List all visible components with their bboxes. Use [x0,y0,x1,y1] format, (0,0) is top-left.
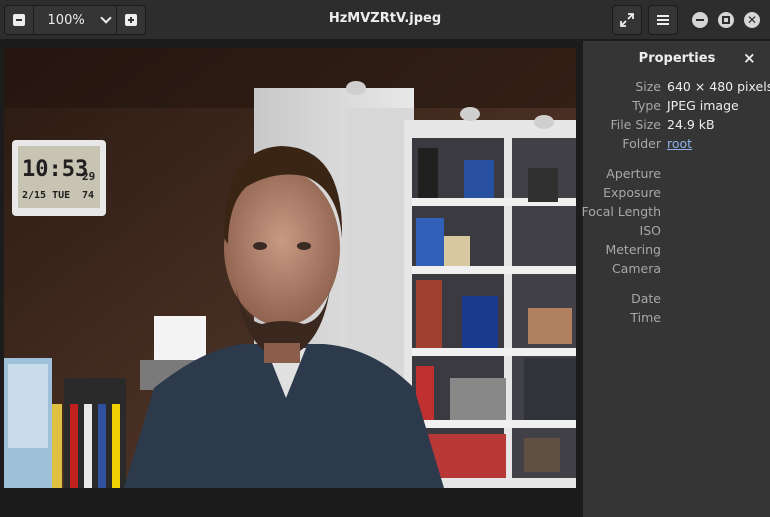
property-row-camera: Camera [583,261,770,279]
property-key: Date [631,291,661,306]
property-value: 24.9 kB [667,117,715,132]
folder-link[interactable]: root [667,136,692,151]
zoom-out-icon [12,14,25,26]
menu-button[interactable] [648,5,678,35]
zoom-out-button[interactable] [5,6,33,34]
property-key: Folder [622,136,661,151]
chevron-down-icon [100,12,113,24]
property-row-size: Size 640 × 480 pixels [583,79,770,97]
clock-time: 10:53 [22,157,88,182]
property-row-folder: Folder root [583,136,770,154]
displayed-image: 10:53 29 2/15 TUE 74 [4,48,576,488]
property-row-iso: ISO [583,223,770,241]
property-key: Aperture [606,166,661,181]
property-row-file-size: File Size 24.9 kB [583,117,770,135]
property-row-focal-length: Focal Length [581,204,770,222]
clock-seconds: 29 [82,170,95,183]
fullscreen-button[interactable] [612,5,642,35]
hamburger-menu-icon [657,15,669,25]
property-key: Metering [605,242,661,257]
minimize-icon [696,19,704,21]
clock-temp: 74 [82,190,94,201]
close-window-button[interactable]: ✕ [744,12,760,28]
property-key: Size [635,79,661,94]
properties-sidebar: Properties × Size 640 × 480 pixels Type … [582,41,770,517]
zoom-level-dropdown[interactable]: 100% [32,6,118,34]
zoom-level-value: 100% [47,12,85,28]
property-row-time: Time [583,310,770,328]
close-properties-button[interactable]: × [743,49,756,67]
zoom-control: 100% [4,5,146,35]
property-row-metering: Metering [583,242,770,260]
property-key: Focal Length [581,204,662,219]
zoom-in-icon [125,14,138,26]
property-key: File Size [610,117,661,132]
property-key: Camera [611,261,661,276]
property-key: ISO [639,223,661,238]
property-key: Type [632,98,661,113]
photo-illustration: 10:53 29 2/15 TUE 74 [4,48,576,488]
clock-date: 2/15 TUE [22,190,70,201]
properties-title: Properties [638,51,716,66]
property-key: Exposure [603,185,661,200]
minimize-button[interactable] [692,12,708,28]
close-icon: ✕ [746,13,758,27]
image-canvas[interactable]: 10:53 29 2/15 TUE 74 [0,41,582,517]
maximize-icon [722,16,730,24]
fullscreen-icon [620,13,634,27]
property-row-aperture: Aperture [583,166,770,184]
property-key: Time [630,310,661,325]
headerbar: 100% HzMVZRtV.jpeg ✕ [0,0,770,40]
maximize-button[interactable] [718,12,734,28]
property-row-exposure: Exposure [583,185,770,203]
zoom-in-button[interactable] [117,6,145,34]
property-row-date: Date [583,291,770,309]
property-value: JPEG image [667,98,739,113]
property-row-type: Type JPEG image [583,98,770,116]
property-value: 640 × 480 pixels [667,79,770,94]
